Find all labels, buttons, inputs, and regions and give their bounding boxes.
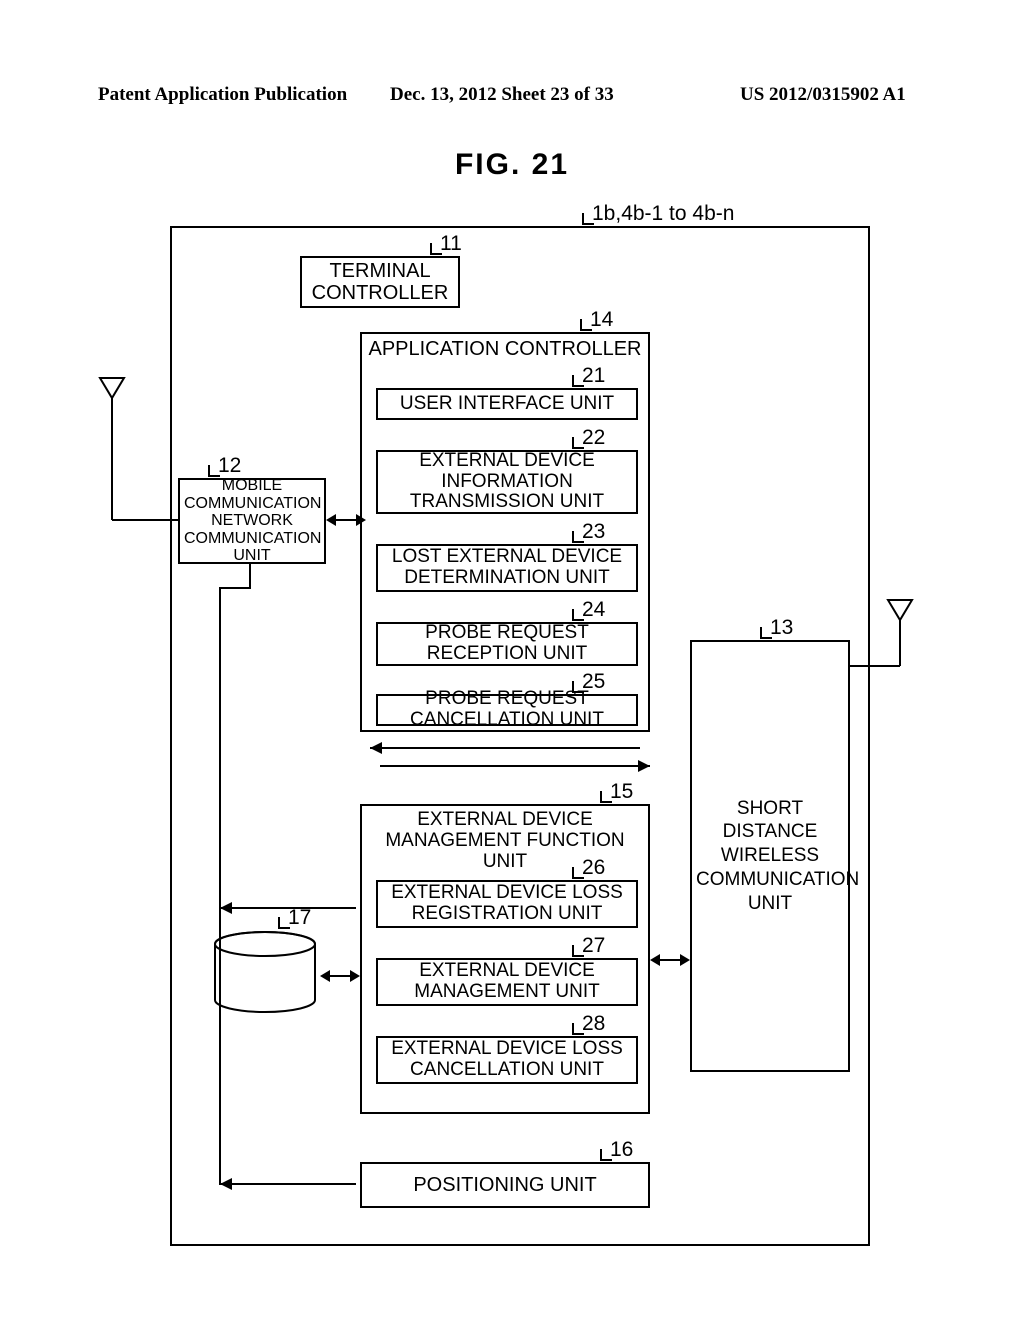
label-21: 21 xyxy=(582,364,605,387)
label-22: 22 xyxy=(582,426,605,449)
hook-icon xyxy=(600,1149,612,1161)
header-right: US 2012/0315902 A1 xyxy=(740,84,906,106)
hook-icon xyxy=(278,917,290,929)
block-probe-request-reception-unit: PROBE REQUEST RECEPTION UNIT xyxy=(376,622,638,666)
label-28: 28 xyxy=(582,1012,605,1035)
block-positioning-unit: POSITIONING UNIT xyxy=(360,1162,650,1208)
block-label: EXTERNAL DEVICE LOSS CANCELLATION UNIT xyxy=(378,1039,636,1081)
block-mobile-comm-unit: MOBILE COMMUNICATION NETWORK COMMUNICATI… xyxy=(178,478,326,564)
block-external-device-management-unit: EXTERNAL DEVICE MANAGEMENT UNIT xyxy=(376,958,638,1006)
hook-icon xyxy=(580,319,592,331)
block-label: LOST EXTERNAL DEVICE DETERMINATION UNIT xyxy=(378,547,636,589)
diagram: 1b,4b-1 to 4b-n 11 TERMINAL CONTROLLER 1… xyxy=(70,188,930,1268)
block-label: TERMINAL CONTROLLER xyxy=(302,260,458,304)
hook-icon xyxy=(572,531,584,543)
hook-icon xyxy=(760,627,772,639)
block-label: EXTERNAL DEVICE INFORMATION TRANSMISSION… xyxy=(378,451,636,514)
hook-icon xyxy=(600,791,612,803)
block-user-interface-unit: USER INTERFACE UNIT xyxy=(376,388,638,420)
block-short-distance-wireless-comm-unit: SHORT DISTANCE WIRELESS COMMUNICATION UN… xyxy=(690,640,850,1072)
block-probe-request-cancellation-unit: PROBE REQUEST CANCELLATION UNIT xyxy=(376,694,638,726)
block-external-device-loss-registration-unit: EXTERNAL DEVICE LOSS REGISTRATION UNIT xyxy=(376,880,638,928)
header-mid: Dec. 13, 2012 Sheet 23 of 33 xyxy=(390,84,614,106)
hook-icon xyxy=(572,867,584,879)
page: Patent Application Publication Dec. 13, … xyxy=(0,0,1024,1320)
label-27: 27 xyxy=(582,934,605,957)
block-terminal-controller: TERMINAL CONTROLLER xyxy=(300,256,460,308)
figure-title: FIG. 21 xyxy=(0,148,1024,182)
label-top-ref: 1b,4b-1 to 4b-n xyxy=(592,202,734,226)
hook-icon xyxy=(430,243,442,255)
hook-icon xyxy=(572,945,584,957)
block-label: MOBILE COMMUNICATION NETWORK COMMUNICATI… xyxy=(180,477,324,565)
block-label: SHORT DISTANCE WIRELESS COMMUNICATION UN… xyxy=(692,797,848,916)
block-label: APPLICATION CONTROLLER xyxy=(362,338,648,360)
hook-icon xyxy=(572,375,584,387)
block-external-device-info-tx-unit: EXTERNAL DEVICE INFORMATION TRANSMISSION… xyxy=(376,450,638,514)
hook-icon xyxy=(572,609,584,621)
block-label: EXTERNAL DEVICE MANAGEMENT UNIT xyxy=(378,961,636,1003)
block-application-controller: APPLICATION CONTROLLER 21 USER INTERFACE… xyxy=(360,332,650,732)
block-label: PROBE REQUEST CANCELLATION UNIT xyxy=(378,689,636,731)
label-24: 24 xyxy=(582,598,605,621)
hook-icon xyxy=(572,1023,584,1035)
block-label: USER INTERFACE UNIT xyxy=(378,394,636,415)
label-23: 23 xyxy=(582,520,605,543)
hook-icon xyxy=(572,437,584,449)
block-label: EXTERNAL DEVICE LOSS REGISTRATION UNIT xyxy=(378,883,636,925)
block-label: POSITIONING UNIT xyxy=(362,1174,648,1196)
hook-icon xyxy=(208,465,220,477)
block-external-device-loss-cancellation-unit: EXTERNAL DEVICE LOSS CANCELLATION UNIT xyxy=(376,1036,638,1084)
block-external-device-mgmt-function-unit: EXTERNAL DEVICE MANAGEMENT FUNCTION UNIT… xyxy=(360,804,650,1114)
header-left: Patent Application Publication xyxy=(98,84,347,106)
database-icon xyxy=(210,930,320,1018)
block-label: PROBE REQUEST RECEPTION UNIT xyxy=(378,623,636,665)
hook-icon xyxy=(582,213,594,225)
block-label: EXTERNAL DEVICE MANAGEMENT FUNCTION UNIT xyxy=(362,810,648,873)
block-lost-external-device-determination-unit: LOST EXTERNAL DEVICE DETERMINATION UNIT xyxy=(376,544,638,592)
